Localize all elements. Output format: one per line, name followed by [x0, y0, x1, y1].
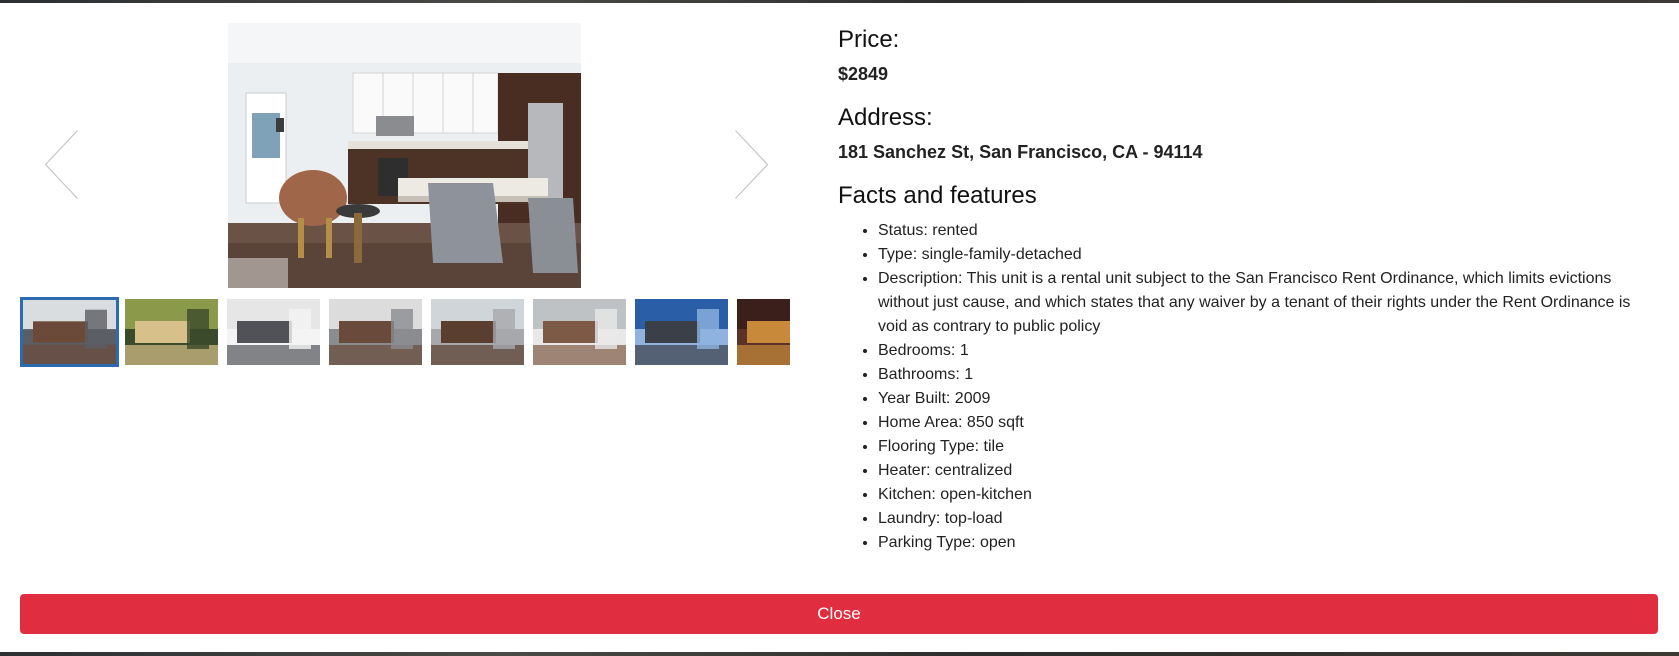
thumbnail-kitchen-dining[interactable] [20, 297, 119, 367]
address-label: Address: [838, 104, 933, 131]
fact-description: Description: This unit is a rental unit … [878, 267, 1638, 339]
price-value: $2849 [838, 64, 889, 84]
listing-details: Price: $2849 Address: 181 Sanchez St, Sa… [838, 23, 1638, 555]
fact-bathrooms: Bathrooms: 1 [878, 363, 1638, 387]
thumbnail-strip [20, 297, 790, 367]
listing-detail-modal: Price: $2849 Address: 181 Sanchez St, Sa… [0, 3, 1679, 652]
fact-status: Status: rented [878, 219, 1638, 243]
fact-parking: Parking Type: open [878, 531, 1638, 555]
facts-title: Facts and features [838, 182, 1037, 209]
thumbnail-laundry[interactable] [533, 299, 626, 365]
price-label: Price: [838, 26, 900, 53]
chevron-right-icon [732, 127, 769, 199]
main-photo-kitchen-dining [228, 23, 581, 288]
thumbnail-building-exterior[interactable] [635, 299, 728, 365]
facts-list: Status: rented Type: single-family-detac… [838, 219, 1638, 555]
fact-type: Type: single-family-detached [878, 243, 1638, 267]
fact-bedrooms: Bedrooms: 1 [878, 339, 1638, 363]
fact-heater: Heater: centralized [878, 459, 1638, 483]
prev-photo-button[interactable] [38, 123, 88, 203]
fact-home-area: Home Area: 850 sqft [878, 411, 1638, 435]
fact-laundry: Laundry: top-load [878, 507, 1638, 531]
fact-flooring: Flooring Type: tile [878, 435, 1638, 459]
address-value: 181 Sanchez St, San Francisco, CA - 9411… [838, 142, 1203, 162]
fact-year-built: Year Built: 2009 [878, 387, 1638, 411]
photo-gallery [20, 23, 790, 373]
thumbnail-night-street[interactable] [737, 299, 790, 365]
thumbnail-bedroom[interactable] [227, 299, 320, 365]
thumbnail-kitchen-island[interactable] [329, 299, 422, 365]
chevron-left-icon [41, 127, 78, 199]
close-button[interactable]: Close [20, 594, 1658, 634]
thumbnail-courtyard[interactable] [125, 299, 218, 365]
thumbnail-kitchen-window[interactable] [431, 299, 524, 365]
fact-kitchen: Kitchen: open-kitchen [878, 483, 1638, 507]
next-photo-button[interactable] [722, 123, 772, 203]
